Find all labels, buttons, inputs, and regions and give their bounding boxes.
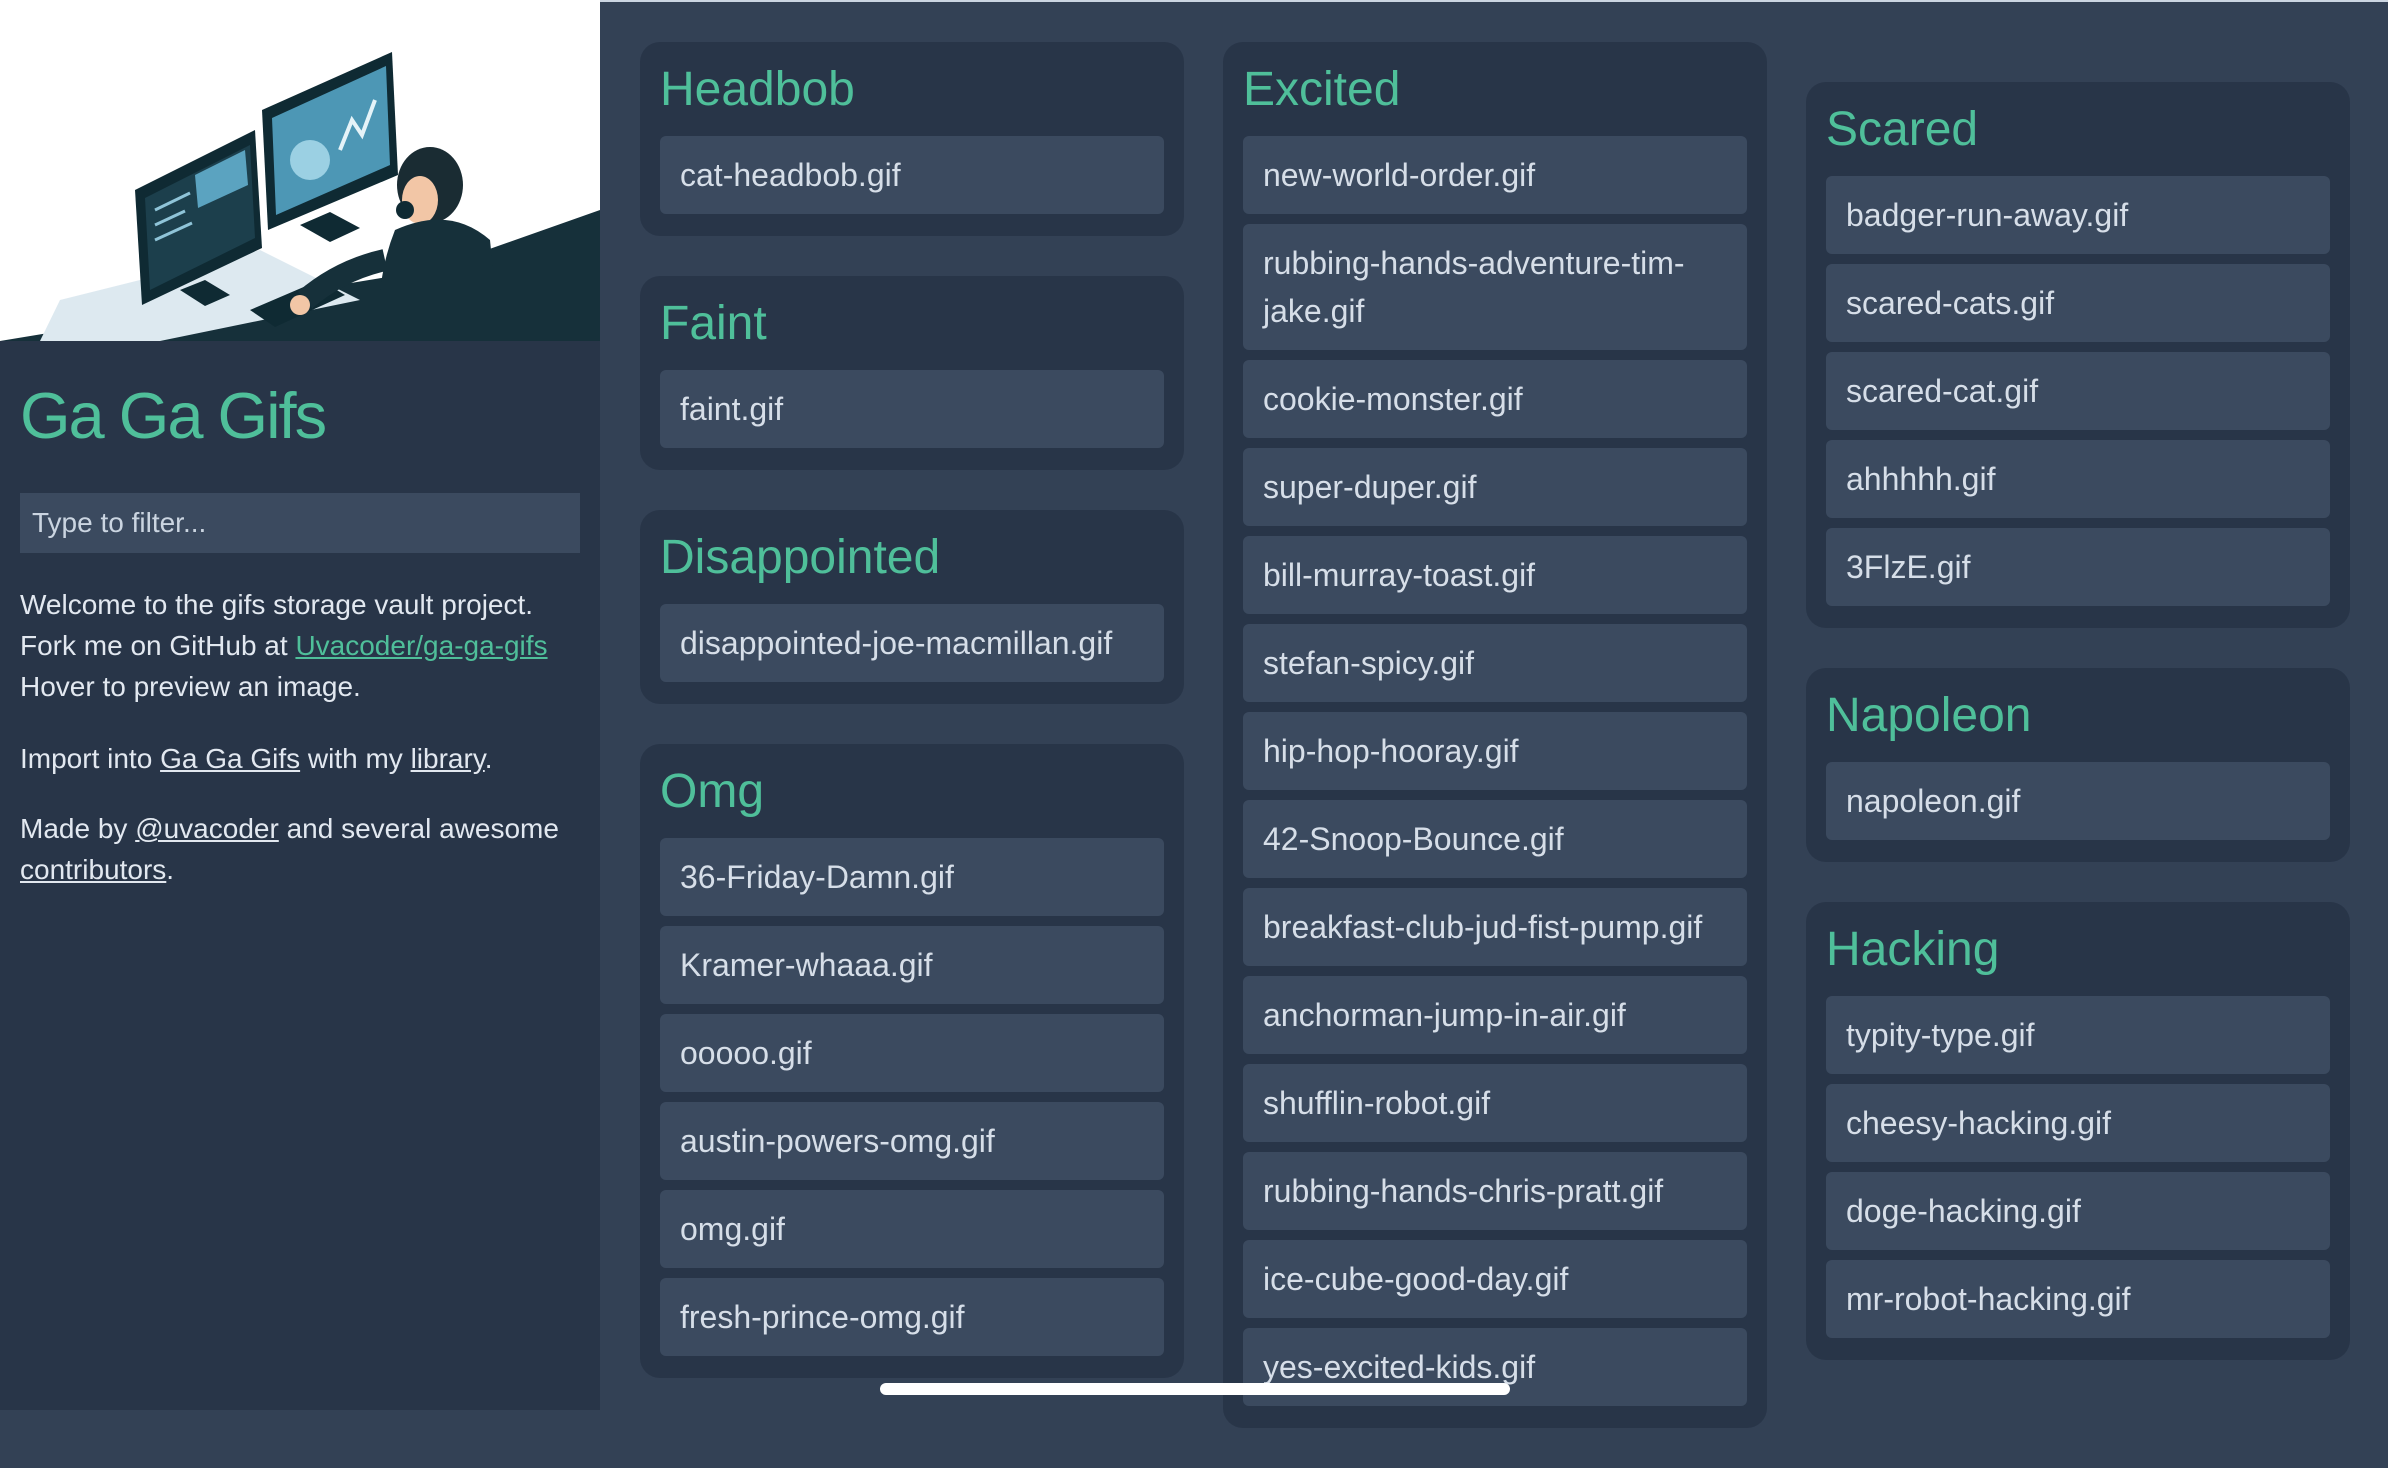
gif-item[interactable]: stefan-spicy.gif bbox=[1243, 624, 1747, 702]
gif-item[interactable]: bill-murray-toast.gif bbox=[1243, 536, 1747, 614]
gif-item[interactable]: doge-hacking.gif bbox=[1826, 1172, 2330, 1250]
gif-item[interactable]: rubbing-hands-chris-pratt.gif bbox=[1243, 1152, 1747, 1230]
category-title: Napoleon bbox=[1826, 689, 2032, 742]
category-napoleon: Napoleon napoleon.gif bbox=[1806, 668, 2350, 862]
column-3: Scared badger-run-away.gif scared-cats.gi… bbox=[1806, 82, 2350, 1400]
gif-item[interactable]: cookie-monster.gif bbox=[1243, 360, 1747, 438]
category-headbob: Headbob cat-headbob.gif bbox=[640, 42, 1184, 236]
made-prefix: Made by bbox=[20, 813, 128, 844]
category-faint: Faint faint.gif bbox=[640, 276, 1184, 470]
category-disappointed: Disappointed disappointed-joe-macmillan.… bbox=[640, 510, 1184, 704]
hero-illustration bbox=[0, 0, 600, 341]
category-title: Omg bbox=[660, 765, 765, 818]
category-hacking: Hacking typity-type.gif cheesy-hacking.gi… bbox=[1806, 902, 2350, 1360]
gif-item[interactable]: 36-Friday-Damn.gif bbox=[660, 838, 1164, 916]
gif-item[interactable]: disappointed-joe-macmillan.gif bbox=[660, 604, 1164, 682]
home-indicator[interactable] bbox=[880, 1383, 1510, 1395]
app-title: Ga Ga Gifs bbox=[20, 379, 327, 452]
category-omg: Omg 36-Friday-Damn.gif Kramer-whaaa.gif oo… bbox=[640, 744, 1184, 1378]
gif-item[interactable]: cheesy-hacking.gif bbox=[1826, 1084, 2330, 1162]
ga-ga-gifs-link[interactable]: Ga Ga Gifs bbox=[160, 743, 300, 774]
gif-item[interactable]: mr-robot-hacking.gif bbox=[1826, 1260, 2330, 1338]
contributors-link[interactable]: contributors bbox=[20, 854, 166, 885]
gif-item[interactable]: scared-cats.gif bbox=[1826, 264, 2330, 342]
category-excited: Excited new-world-order.gif rubbing-hands… bbox=[1223, 42, 1767, 1428]
gif-item[interactable]: badger-run-away.gif bbox=[1826, 176, 2330, 254]
column-2: Excited new-world-order.gif rubbing-hands… bbox=[1223, 42, 1767, 1468]
filter-input[interactable] bbox=[20, 493, 580, 553]
made-middle: and several awesome bbox=[286, 813, 559, 844]
gif-item[interactable]: scared-cat.gif bbox=[1826, 352, 2330, 430]
gif-item[interactable]: hip-hop-hooray.gif bbox=[1243, 712, 1747, 790]
gif-item[interactable]: shufflin-robot.gif bbox=[1243, 1064, 1747, 1142]
gif-item[interactable]: napoleon.gif bbox=[1826, 762, 2330, 840]
import-suffix: . bbox=[484, 743, 493, 774]
import-middle: with my bbox=[307, 743, 403, 774]
gif-item[interactable]: austin-powers-omg.gif bbox=[660, 1102, 1164, 1180]
welcome-text: Welcome to the gifs storage vault projec… bbox=[20, 589, 534, 620]
made-suffix: . bbox=[166, 854, 175, 885]
category-title: Scared bbox=[1826, 103, 1979, 156]
library-link[interactable]: library bbox=[411, 743, 485, 774]
gif-item[interactable]: 3FlzE.gif bbox=[1826, 528, 2330, 606]
gif-item[interactable]: 42-Snoop-Bounce.gif bbox=[1243, 800, 1747, 878]
gif-item[interactable]: new-world-order.gif bbox=[1243, 136, 1747, 214]
hover-hint: Hover to preview an image. bbox=[20, 671, 361, 702]
gif-item[interactable]: omg.gif bbox=[660, 1190, 1164, 1268]
gif-item[interactable]: Kramer-whaaa.gif bbox=[660, 926, 1164, 1004]
made-by-text: Made by @uvacoder and several awesome co… bbox=[20, 808, 590, 890]
gif-item[interactable]: anchorman-jump-in-air.gif bbox=[1243, 976, 1747, 1054]
fork-line: Fork me on GitHub at Uvacoder/ga-ga-gifs bbox=[20, 625, 590, 666]
gif-item[interactable]: ahhhhh.gif bbox=[1826, 440, 2330, 518]
gif-item[interactable]: super-duper.gif bbox=[1243, 448, 1747, 526]
gif-item[interactable]: faint.gif bbox=[660, 370, 1164, 448]
import-prefix: Import into bbox=[20, 743, 153, 774]
gif-item[interactable]: ooooo.gif bbox=[660, 1014, 1164, 1092]
column-1: Headbob cat-headbob.gif Faint faint.gif … bbox=[640, 42, 1184, 1418]
category-title: Hacking bbox=[1826, 923, 2000, 976]
category-title: Excited bbox=[1243, 63, 1401, 116]
github-repo-link[interactable]: Uvacoder/ga-ga-gifs bbox=[295, 630, 547, 661]
gif-item[interactable]: cat-headbob.gif bbox=[660, 136, 1164, 214]
import-text: Import into Ga Ga Gifs with my library. bbox=[20, 738, 590, 779]
gif-item[interactable]: fresh-prince-omg.gif bbox=[660, 1278, 1164, 1356]
intro-text: Welcome to the gifs storage vault projec… bbox=[20, 584, 590, 707]
gif-item[interactable]: typity-type.gif bbox=[1826, 996, 2330, 1074]
category-title: Faint bbox=[660, 297, 767, 350]
developer-at-computer-illustration bbox=[0, 52, 600, 341]
uvacoder-link[interactable]: @uvacoder bbox=[135, 813, 279, 844]
fork-prefix: Fork me on GitHub at bbox=[20, 630, 288, 661]
gif-item[interactable]: ice-cube-good-day.gif bbox=[1243, 1240, 1747, 1318]
sidebar: Ga Ga Gifs Welcome to the gifs storage v… bbox=[0, 0, 600, 1410]
category-title: Disappointed bbox=[660, 531, 941, 584]
gif-item[interactable]: breakfast-club-jud-fist-pump.gif bbox=[1243, 888, 1747, 966]
category-scared: Scared badger-run-away.gif scared-cats.gi… bbox=[1806, 82, 2350, 628]
gif-item[interactable]: rubbing-hands-adventure-tim-jake.gif bbox=[1243, 224, 1747, 350]
category-title: Headbob bbox=[660, 63, 855, 116]
